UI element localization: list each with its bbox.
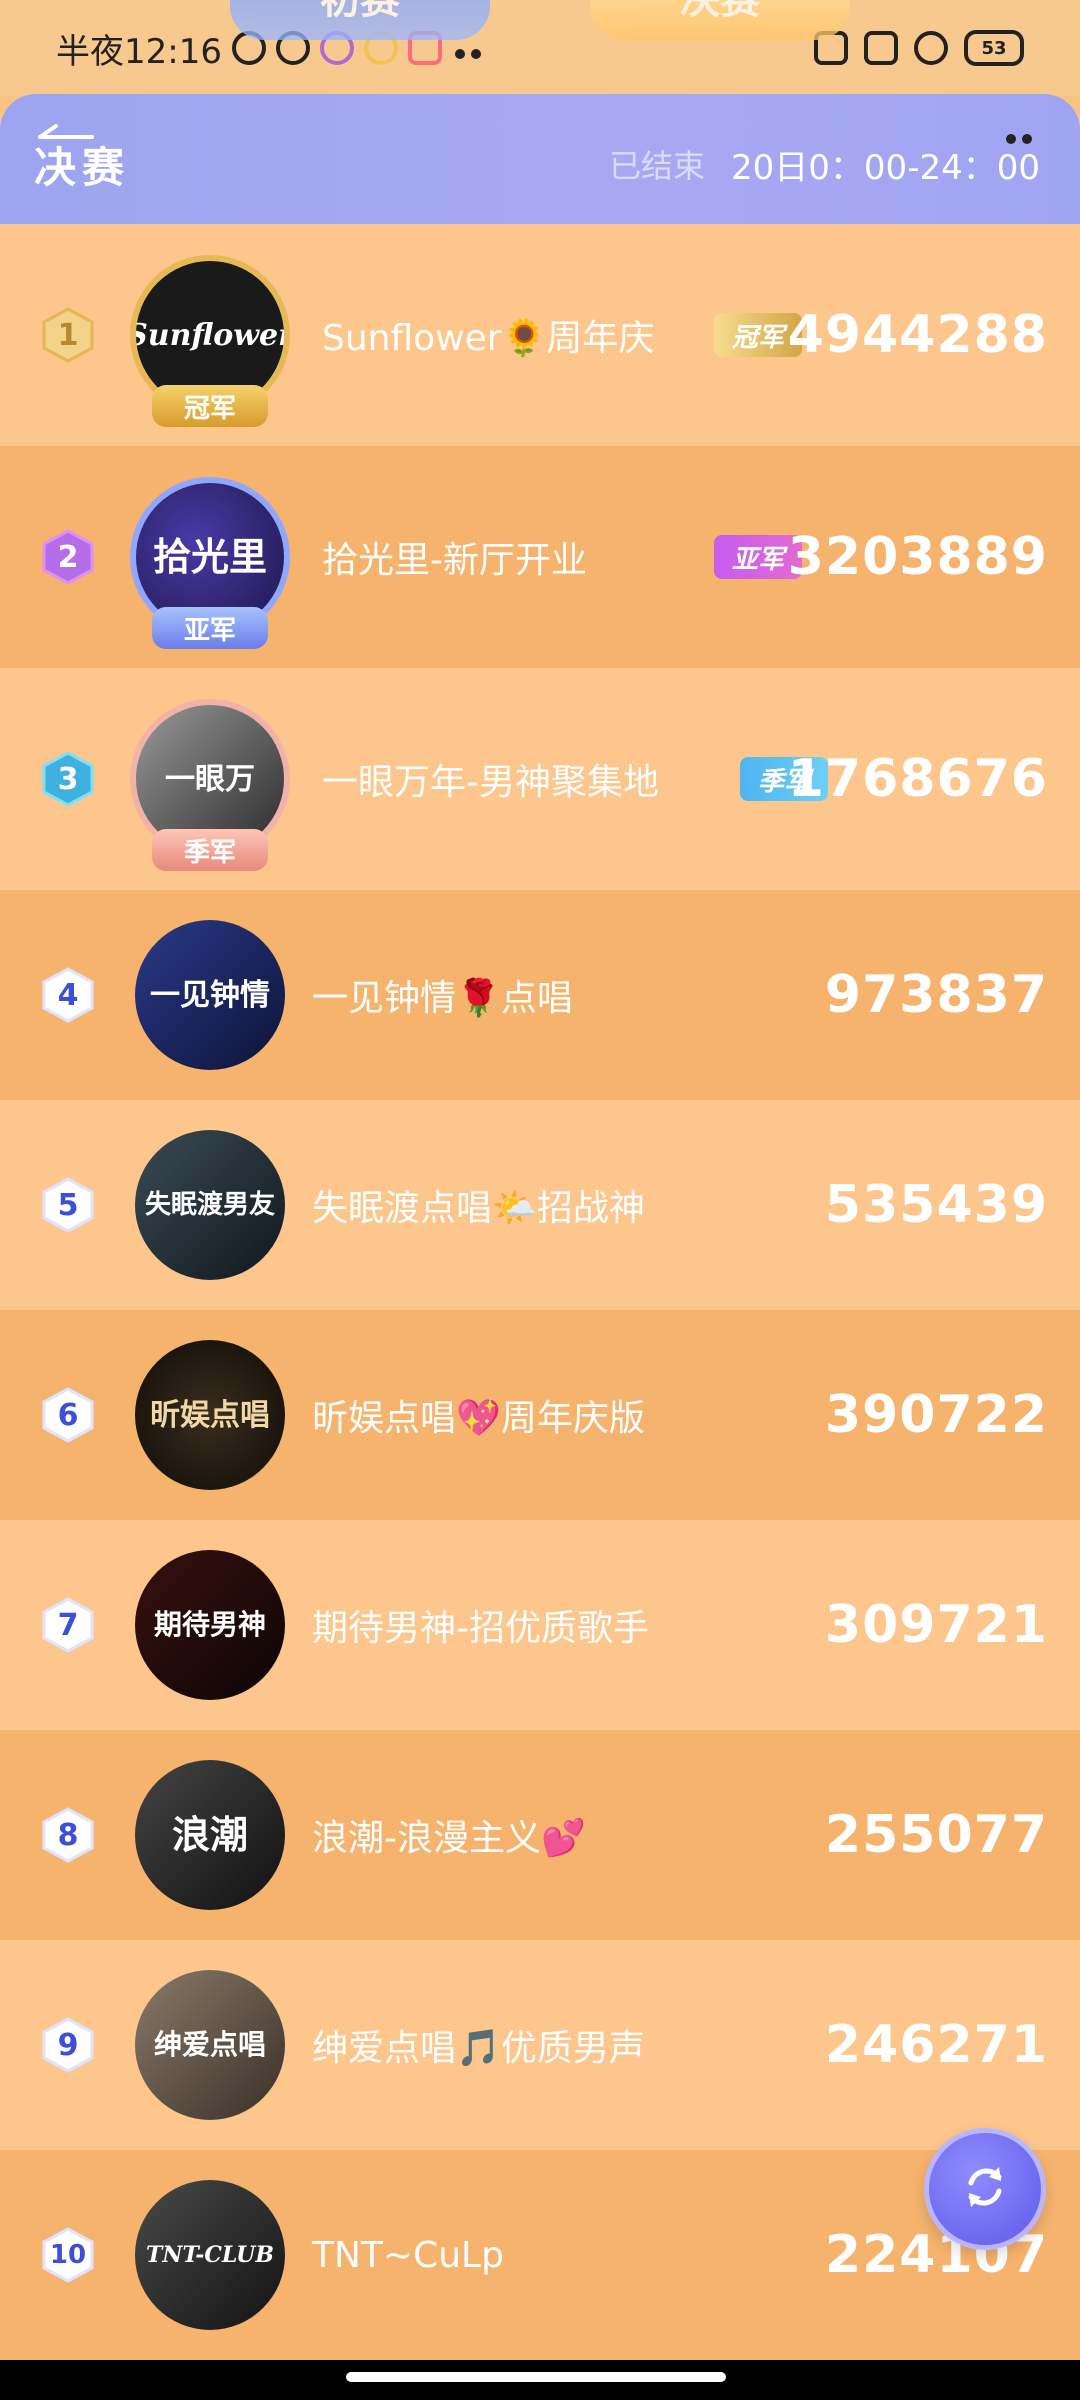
room-name: 绅爱点唱🎵优质男声 xyxy=(312,2028,645,2069)
room-name: TNT~CuLp xyxy=(312,2234,504,2276)
avatar: Sunflower 冠军 xyxy=(130,255,290,427)
room-name: 期待男神-招优质歌手 xyxy=(312,1608,649,1649)
status-time: 半夜12:16 xyxy=(56,31,222,72)
avatar: 失眠渡男友 xyxy=(130,1125,290,1285)
avatar: TNT-CLUB xyxy=(130,2175,290,2335)
score: 246271 xyxy=(824,2015,1048,2075)
rank-badge: 7 xyxy=(40,1597,96,1653)
list-item[interactable]: 9 绅爱点唱 绅爱点唱🎵优质男声 246271 xyxy=(0,1940,1080,2150)
score: 535439 xyxy=(824,1175,1048,1235)
tab-final[interactable]: 决赛 xyxy=(590,0,850,40)
room-name: 浪潮-浪漫主义💕 xyxy=(312,1818,586,1859)
avatar: 拾光里 亚军 xyxy=(130,477,290,649)
battery-icon: 53 xyxy=(964,30,1024,66)
room-name: 失眠渡点唱🌤️招战神 xyxy=(312,1188,645,1229)
stage-tabs: 初赛 决赛 xyxy=(230,0,850,40)
avatar: 昕娱点唱 xyxy=(130,1335,290,1495)
list-item[interactable]: 8 浪潮 浪潮-浪漫主义💕 255077 xyxy=(0,1730,1080,1940)
avatar: 浪潮 xyxy=(130,1755,290,1915)
avatar: 一见钟情 xyxy=(130,915,290,1075)
runner-up-ribbon: 亚军 xyxy=(152,607,268,649)
avatar: 绅爱点唱 xyxy=(130,1965,290,2125)
status-text: 已结束 xyxy=(609,147,706,185)
room-name: 拾光里-新厅开业 xyxy=(322,540,587,581)
page-header: 决赛 已结束 20日0：00-24：00 xyxy=(0,94,1080,224)
third-place-ribbon: 季军 xyxy=(152,829,268,871)
list-item[interactable]: 10 TNT-CLUB TNT~CuLp 224107 xyxy=(0,2150,1080,2360)
battery-level: 53 xyxy=(981,37,1007,59)
home-indicator[interactable] xyxy=(346,2372,726,2382)
rank-badge: 9 xyxy=(40,2017,96,2073)
rank-badge: 3 xyxy=(40,751,96,807)
score: 309721 xyxy=(824,1595,1048,1655)
rank-badge: 5 xyxy=(40,1177,96,1233)
list-item[interactable]: 4 一见钟情 一见钟情🌹点唱 973837 xyxy=(0,890,1080,1100)
list-item[interactable]: 5 失眠渡男友 失眠渡点唱🌤️招战神 535439 xyxy=(0,1100,1080,1310)
score: 255077 xyxy=(824,1805,1048,1865)
score: 3203889 xyxy=(787,527,1048,587)
list-item[interactable]: 6 昕娱点唱 昕娱点唱💖周年庆版 390722 xyxy=(0,1310,1080,1520)
status-bar: 初赛 决赛 半夜12:16 53 xyxy=(0,0,1080,96)
list-item[interactable]: 2 拾光里 亚军 拾光里-新厅开业 亚军 3203889 xyxy=(0,446,1080,668)
time-range: 20日0：00-24：00 xyxy=(731,147,1040,188)
more-icon[interactable] xyxy=(1006,134,1032,144)
back-arrow-icon[interactable] xyxy=(36,122,96,152)
rank-badge: 4 xyxy=(40,967,96,1023)
refresh-icon xyxy=(957,2159,1013,2219)
ranking-list: 1 Sunflower 冠军 Sunflower🌻周年庆 冠军 4944288 … xyxy=(0,224,1080,2360)
list-item[interactable]: 1 Sunflower 冠军 Sunflower🌻周年庆 冠军 4944288 xyxy=(0,224,1080,446)
rank-badge: 2 xyxy=(40,529,96,585)
rank-badge: 10 xyxy=(40,2227,96,2283)
list-item[interactable]: 3 一眼万 季军 一眼万年-男神聚集地 季军 1768676 xyxy=(0,668,1080,890)
alert-icon xyxy=(864,31,898,65)
wifi-icon xyxy=(914,31,948,65)
score: 4944288 xyxy=(787,305,1048,365)
room-name: Sunflower🌻周年庆 xyxy=(322,318,655,359)
avatar: 期待男神 xyxy=(130,1545,290,1705)
room-name: 一眼万年-男神聚集地 xyxy=(322,762,659,803)
avatar: 一眼万 季军 xyxy=(130,699,290,871)
rank-badge: 1 xyxy=(40,307,96,363)
score: 973837 xyxy=(824,965,1048,1025)
rank-badge: 6 xyxy=(40,1387,96,1443)
score: 390722 xyxy=(824,1385,1048,1445)
champion-ribbon: 冠军 xyxy=(152,385,268,427)
rank-badge: 8 xyxy=(40,1807,96,1863)
room-name: 昕娱点唱💖周年庆版 xyxy=(312,1398,645,1439)
room-name: 一见钟情🌹点唱 xyxy=(312,978,573,1019)
list-item[interactable]: 7 期待男神 期待男神-招优质歌手 309721 xyxy=(0,1520,1080,1730)
score: 1768676 xyxy=(787,749,1048,809)
refresh-button[interactable] xyxy=(924,2128,1046,2250)
tab-preliminary[interactable]: 初赛 xyxy=(230,0,490,40)
